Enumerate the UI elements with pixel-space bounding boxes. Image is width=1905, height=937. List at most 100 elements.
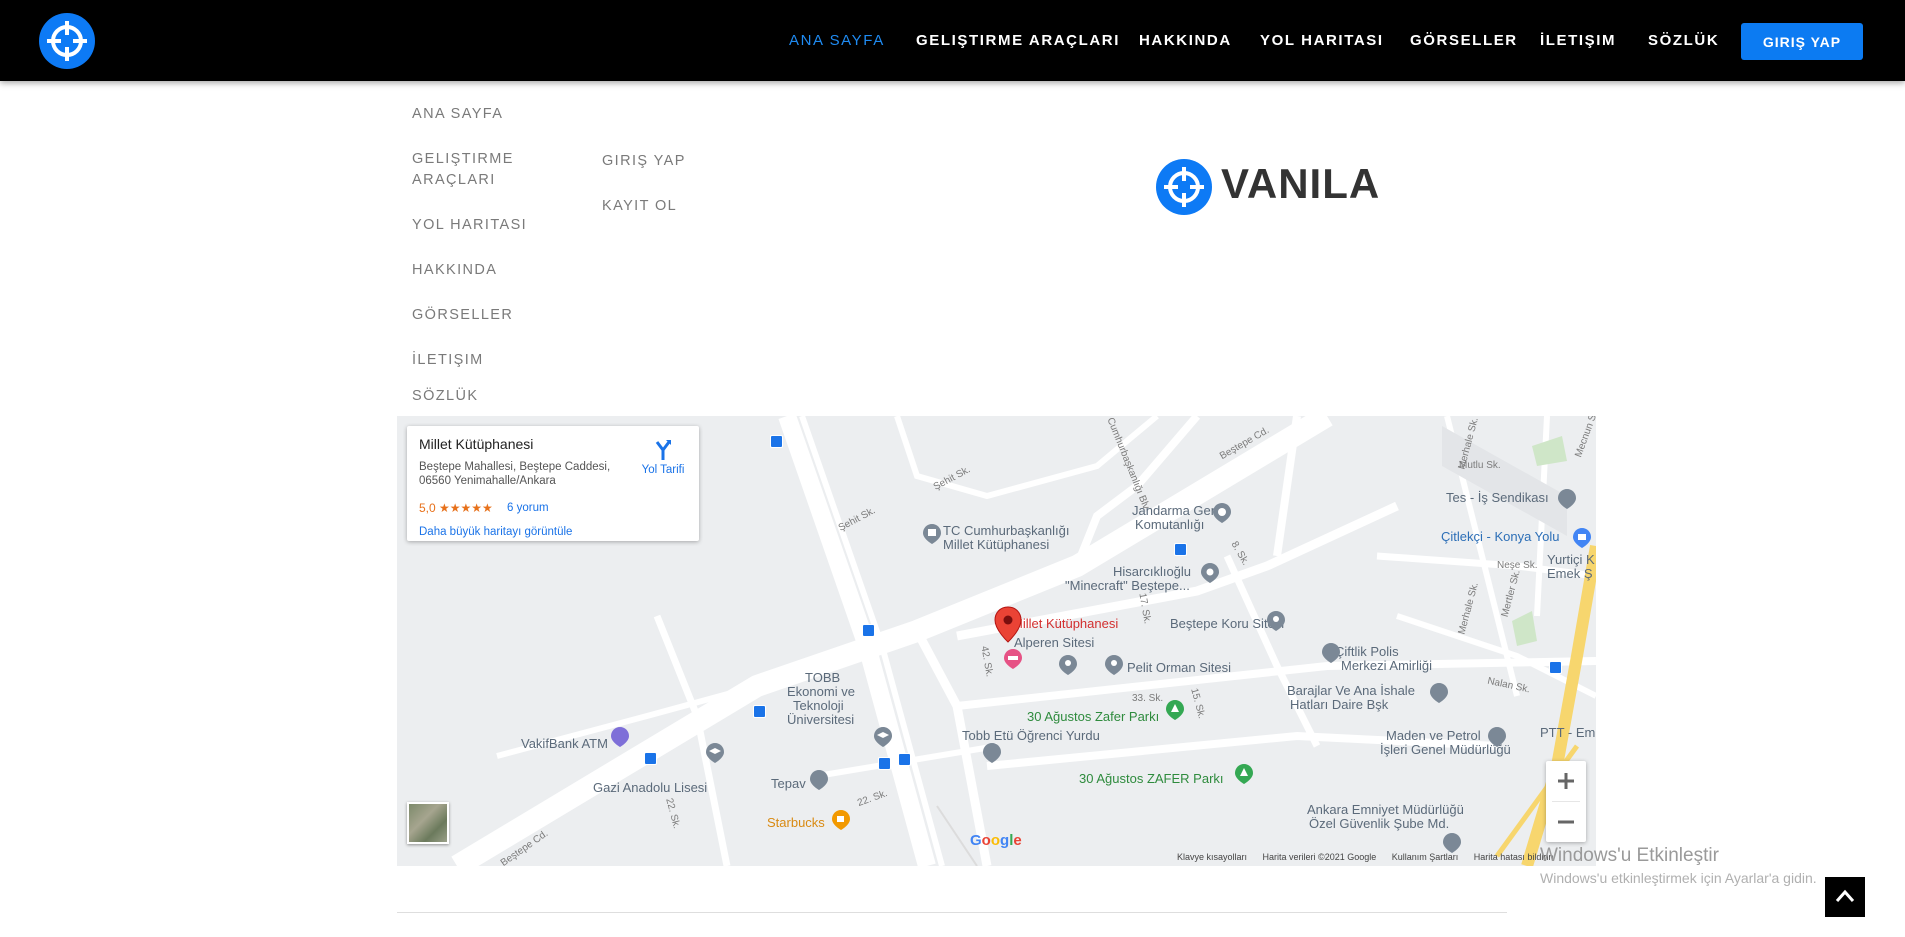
place-reviews-link[interactable]: 6 yorum: [507, 502, 549, 514]
place-address: Beştepe Mahallesi, Beştepe Caddesi, 0656…: [419, 461, 611, 487]
footer-link-giris-yap[interactable]: GIRIŞ YAP: [602, 151, 686, 172]
footer-link-araclari[interactable]: ARAÇLARI: [412, 170, 496, 191]
chevron-up-icon: [1835, 889, 1855, 902]
library-marker-icon[interactable]: [922, 523, 942, 545]
nav-sozluk[interactable]: SÖZLÜK: [1648, 32, 1719, 49]
map-label-tobb: TOBB: [805, 670, 841, 685]
map-label-minecraft: "Minecraft" Beştepe...: [1065, 578, 1190, 593]
mosque-marker-icon[interactable]: [1200, 562, 1220, 584]
map-label-tobb-4: Üniversitesi: [787, 712, 855, 727]
bus-stop-icon[interactable]: [1549, 661, 1562, 674]
map-label-tobb-2: Ekonomi ve: [787, 684, 855, 699]
map-label-alperen: Alperen Sitesi: [1014, 635, 1095, 650]
bus-stop-icon[interactable]: [878, 757, 891, 770]
map-label-tobb-3: Teknoloji: [793, 698, 844, 713]
map-label-zafer-parki: 30 Ağustos Zafer Parkı: [1027, 709, 1160, 724]
pelit-marker-icon[interactable]: [1104, 654, 1124, 676]
footer-link-yol-haritasi[interactable]: YOL HARITASI: [412, 215, 527, 236]
map-label-pelit: Pelit Orman Sitesi: [1127, 660, 1232, 675]
hotel-marker-icon[interactable]: [1003, 648, 1023, 670]
alperen-marker-icon[interactable]: [1058, 654, 1078, 676]
map-label-emniyet: Ankara Emniyet Müdürlüğü: [1307, 802, 1464, 817]
map-label-ptt: PTT - Em: [1540, 725, 1596, 740]
keyboard-shortcuts-link[interactable]: Klavye kısayolları: [1177, 852, 1247, 862]
nav-iletisim[interactable]: İLETIŞIM: [1540, 32, 1616, 49]
police-marker-icon-2[interactable]: [1442, 832, 1462, 854]
bus-stop-icon[interactable]: [1174, 543, 1187, 556]
embedded-map[interactable]: Millet Kütüphanesi Beştepe Mahallesi, Be…: [397, 416, 1596, 866]
windows-activation-title: Windows'u Etkinleştir: [1540, 845, 1719, 866]
windows-activation-subtitle: Windows'u etkinleştirmek için Ayarlar'a …: [1540, 870, 1817, 886]
crosshair-logo-icon[interactable]: [39, 13, 95, 69]
map-label-barajlar-2: Hatları Daire Bşk: [1290, 697, 1389, 712]
university-marker-icon[interactable]: [873, 726, 893, 748]
map-data-text: Harita verileri ©2021 Google: [1262, 852, 1377, 862]
map-label-zafer-parki-2: 30 Ağustos ZAFER Parkı: [1079, 771, 1224, 786]
place-rating: 5,0 ★★★★★: [419, 501, 493, 515]
map-label-cumhurbaskanligi: TC Cumhurbaşkanlığı: [943, 523, 1070, 538]
footer-link-gelistirme[interactable]: GELIŞTIRME: [412, 149, 514, 170]
map-label-barajlar: Barajlar Ve Ana İshale: [1287, 683, 1415, 698]
map-label-gazi-lisesi: Gazi Anadolu Lisesi: [593, 780, 708, 795]
satellite-view-toggle[interactable]: [407, 802, 449, 844]
google-logo: Google: [970, 832, 1022, 849]
map-label-ciftlik-polis-2: Merkezi Amirliği: [1341, 658, 1433, 673]
koru-marker-icon[interactable]: [1266, 610, 1286, 632]
footer-link-kayit-ol[interactable]: KAYIT OL: [602, 196, 677, 217]
maden-marker-icon[interactable]: [1487, 726, 1507, 748]
map-label-vakifbank: VakifBank ATM: [521, 736, 608, 751]
map-label-ciftlik-polis: Çiftlik Polis: [1335, 644, 1399, 659]
bank-marker-icon[interactable]: [610, 726, 630, 748]
nav-ana-sayfa[interactable]: ANA SAYFA: [789, 32, 885, 49]
street-label-33: 33. Sk.: [1132, 693, 1164, 704]
tes-marker-icon[interactable]: [1557, 488, 1577, 510]
map-label-tepav: Tepav: [771, 776, 806, 791]
footer-link-ana-sayfa[interactable]: ANA SAYFA: [412, 104, 503, 125]
selected-place-pin-icon[interactable]: [993, 606, 1023, 644]
bigger-map-link[interactable]: Daha büyük haritayı görüntüle: [419, 526, 572, 538]
footer-link-gorseller[interactable]: GÖRSELLER: [412, 305, 513, 326]
park-marker-icon-2[interactable]: [1234, 763, 1254, 785]
map-label-tes: Tes - İş Sendikası: [1446, 490, 1549, 505]
map-label-hisarciklioglu: Hisarcıklıoğlu: [1113, 564, 1192, 579]
directions-label: Yol Tarifi: [641, 464, 685, 476]
directions-button[interactable]: Yol Tarifi: [635, 438, 691, 478]
school-marker-icon[interactable]: [705, 742, 725, 764]
bus-stop-icon[interactable]: [862, 624, 875, 637]
shopping-marker-icon[interactable]: [1572, 527, 1592, 549]
park-marker-icon[interactable]: [1165, 699, 1185, 721]
government-marker-icon[interactable]: [1212, 502, 1232, 524]
bus-stop-icon[interactable]: [770, 435, 783, 448]
map-label-ciftlikci: Çitlekçi - Konya Yolu: [1441, 529, 1560, 544]
dorm-marker-icon[interactable]: [982, 742, 1002, 764]
plus-icon: [1558, 773, 1574, 789]
minus-icon: [1558, 820, 1574, 824]
nav-gelistirme-araclari[interactable]: GELIŞTIRME ARAÇLARI: [916, 32, 1120, 49]
map-label-jandarma-2: Komutanlığı: [1135, 517, 1205, 532]
navbar: ANA SAYFA GELIŞTIRME ARAÇLARI HAKKINDA Y…: [0, 0, 1905, 81]
bus-stop-icon[interactable]: [898, 753, 911, 766]
cafe-marker-icon[interactable]: [831, 809, 851, 831]
nav-yol-haritasi[interactable]: YOL HARITASI: [1260, 32, 1384, 49]
map-label-tobb-etu-yurdu: Tobb Etü Öğrenci Yurdu: [962, 728, 1100, 743]
scroll-to-top-button[interactable]: [1825, 877, 1865, 917]
bus-stop-icon[interactable]: [644, 752, 657, 765]
footer-link-hakkinda[interactable]: HAKKINDA: [412, 260, 497, 281]
zoom-controls: [1546, 761, 1586, 842]
baraj-marker-icon[interactable]: [1429, 682, 1449, 704]
map-label-yurtici-2: Emek Ş: [1547, 566, 1593, 581]
nav-hakkinda[interactable]: HAKKINDA: [1139, 32, 1232, 49]
bus-stop-icon[interactable]: [753, 705, 766, 718]
footer-link-sozluk[interactable]: SÖZLÜK: [412, 386, 478, 407]
map-label-yurtici: Yurtiçi K: [1547, 552, 1595, 567]
footer-link-iletisim[interactable]: İLETIŞIM: [412, 350, 484, 371]
map-label-millet-pin: Millet Kütüphanesi: [1012, 616, 1119, 631]
terms-link[interactable]: Kullanım Şartları: [1392, 852, 1459, 862]
nav-gorseller[interactable]: GÖRSELLER: [1410, 32, 1518, 49]
police-marker-icon[interactable]: [1321, 642, 1341, 664]
footer-divider: [397, 912, 1507, 913]
zoom-in-button[interactable]: [1546, 761, 1586, 801]
tepav-marker-icon[interactable]: [809, 769, 829, 791]
zoom-out-button[interactable]: [1546, 802, 1586, 842]
login-button[interactable]: GIRIŞ YAP: [1741, 23, 1863, 60]
